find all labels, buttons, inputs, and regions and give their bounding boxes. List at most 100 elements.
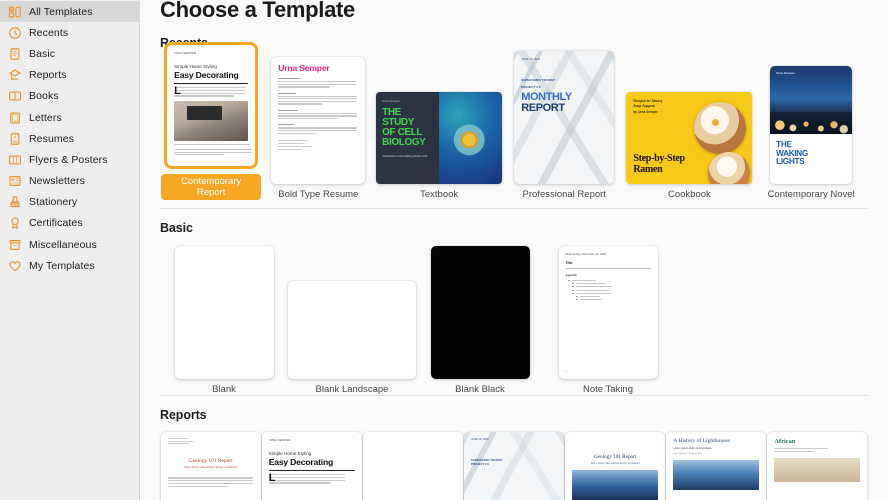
sidebar-item-label: Letters: [29, 111, 62, 124]
template-tile-blank-black[interactable]: Blank Black: [416, 242, 544, 395]
sidebar-item-label: Certificates: [29, 217, 83, 230]
template-thumbnail[interactable]: African: [767, 432, 868, 500]
template-tile-blank-report[interactable]: [362, 432, 463, 500]
template-thumbnail[interactable]: Urna Semper THE STUDY OF CELL BIOLOGY In…: [376, 92, 503, 184]
template-thumbnail[interactable]: Geology 101 Report Soil or Rock: plate t…: [565, 432, 666, 500]
thumb-title: Easy Decorating: [268, 457, 334, 467]
certificate-icon: [8, 216, 22, 230]
sidebar-item-label: Resumes: [29, 132, 75, 145]
sidebar-item-my-templates[interactable]: My Templates: [0, 255, 139, 276]
template-tile-african-report[interactable]: African: [767, 432, 868, 500]
thumb-kicker: URNA SEMPER: [268, 438, 291, 442]
template-thumbnail[interactable]: [174, 246, 274, 379]
all-templates-icon: [8, 5, 22, 19]
template-thumbnail[interactable]: URNA SEMPER Simple Home Styling Easy Dec…: [261, 432, 362, 500]
stationery-icon: [8, 195, 22, 209]
book-icon: [8, 89, 22, 103]
sidebar-item-letters[interactable]: Letters: [0, 107, 139, 128]
section-divider: [160, 395, 868, 396]
template-tile-bold-type-resume[interactable]: Urna Semper Bold Type Resume: [262, 47, 374, 200]
template-thumbnail[interactable]: Urna Semper THE WAKING LIGHTS: [770, 66, 853, 184]
thumb-body-text: L: [174, 86, 248, 97]
sidebar-item-label: Recents: [29, 26, 69, 39]
sidebar-item-miscellaneous[interactable]: Miscellaneous: [0, 234, 139, 255]
template-thumbnail[interactable]: A History of Lighthouses Lorem ipsum dol…: [666, 432, 767, 500]
template-thumbnail[interactable]: Wednesday, December 18, 2019 Title Agend…: [558, 246, 658, 379]
thumb-page-number: 1: [565, 370, 567, 373]
template-tile-lighthouses[interactable]: A History of Lighthouses Lorem ipsum dol…: [666, 432, 767, 500]
thumb-meta: [167, 438, 254, 445]
sidebar-item-resumes[interactable]: Resumes: [0, 128, 139, 149]
thumb-photo: [673, 459, 760, 490]
sidebar-item-all-templates[interactable]: All Templates: [0, 1, 139, 23]
thumb-date: JUNE 10, 2020: [470, 438, 489, 441]
document-icon: [8, 47, 22, 61]
clock-icon: [8, 26, 22, 40]
template-tile-contemporary-report-2[interactable]: URNA SEMPER Simple Home Styling Easy Dec…: [261, 432, 362, 500]
sidebar-item-recents[interactable]: Recents: [0, 22, 139, 43]
thumb-title: A History of Lighthouses: [673, 438, 730, 444]
thumb-dropcap: L: [268, 472, 276, 484]
thumb-subtitle: Simple Home Styling: [174, 64, 217, 69]
template-thumbnail[interactable]: Recipes for Savory Soup Suppers by Urna …: [626, 92, 753, 184]
sidebar-item-flyers-posters[interactable]: Flyers & Posters: [0, 149, 139, 170]
sidebar-item-books[interactable]: Books: [0, 86, 139, 107]
sidebar-item-basic[interactable]: Basic: [0, 43, 139, 64]
thumb-subtitle: Lorem ipsum dolor sit amet ligula: [673, 446, 712, 450]
template-tile-blank[interactable]: Blank: [160, 242, 288, 395]
template-tile-geology-report[interactable]: Geology 101 Report Soil or Rock: plate t…: [160, 432, 261, 500]
thumb-rule: [565, 268, 651, 269]
sidebar-item-label: Stationery: [29, 196, 78, 209]
section-heading: Reports: [160, 408, 207, 422]
template-thumbnail[interactable]: URNA SEMPER Simple Home Styling Easy Dec…: [164, 42, 259, 169]
resume-icon: [8, 132, 22, 146]
thumb-eyebrow-line1: SUPERSONIC TRANSIT: [521, 78, 555, 82]
thumb-title: Easy Decorating: [174, 70, 239, 80]
template-tile-contemporary-novel[interactable]: Urna Semper THE WAKING LIGHTS Contempora…: [754, 47, 868, 200]
thumb-rule: [268, 470, 355, 471]
thumb-title: THE WAKING LIGHTS: [776, 140, 808, 167]
template-thumbnail[interactable]: Geology 101 Report Soil or Rock: plate t…: [160, 432, 261, 500]
sidebar-item-reports[interactable]: Reports: [0, 65, 139, 86]
thumb-title: African: [774, 438, 796, 445]
template-thumbnail[interactable]: Urna Semper: [271, 57, 366, 184]
sidebar-item-stationery[interactable]: Stationery: [0, 192, 139, 213]
template-tile-professional-report-2[interactable]: JUNE 10, 2020 SUPERSONIC TRANSIT PROJECT…: [463, 432, 564, 500]
template-tile-note-taking[interactable]: Wednesday, December 18, 2019 Title Agend…: [544, 242, 672, 395]
newsletter-icon: [8, 174, 22, 188]
template-caption: Blank Black: [455, 384, 505, 395]
thumb-date: JUNE 10, 2020: [521, 57, 541, 61]
template-thumbnail[interactable]: [430, 246, 530, 379]
thumb-cover-photo: [439, 92, 503, 184]
thumb-meta: Urna Pharetra · Gallery 2019: [673, 452, 702, 455]
sidebar-item-newsletters[interactable]: Newsletters: [0, 171, 139, 192]
template-thumbnail[interactable]: [288, 281, 416, 379]
sidebar-item-certificates[interactable]: Certificates: [0, 213, 139, 234]
sidebar-item-label: Reports: [29, 69, 67, 82]
thumb-rule: [174, 83, 249, 84]
template-gallery: Choose a Template Recents URNA SEMPER Si…: [140, 0, 888, 500]
template-caption: Note Taking: [583, 384, 633, 395]
section-divider: [160, 208, 868, 209]
template-tile-contemporary-report[interactable]: URNA SEMPER Simple Home Styling Easy Dec…: [160, 32, 262, 200]
thumb-cover-photo: Urna Semper: [770, 66, 853, 134]
template-tile-textbook[interactable]: Urna Semper THE STUDY OF CELL BIOLOGY In…: [374, 47, 504, 200]
template-caption: Bold Type Resume: [278, 189, 359, 200]
template-thumbnail[interactable]: JUNE 10, 2020 SUPERSONIC TRANSIT PROJECT…: [464, 432, 564, 500]
thumb-photo: [774, 457, 861, 482]
template-thumbnail[interactable]: JUNE 10, 2020 SUPERSONIC TRANSIT PROJECT…: [514, 51, 614, 184]
letter-icon: [8, 111, 22, 125]
template-tile-geology-report-blue[interactable]: Geology 101 Report Soil or Rock: plate t…: [565, 432, 666, 500]
thumb-author: Urna Semper: [776, 71, 795, 75]
thumb-title-line2: REPORT: [521, 102, 565, 114]
thumb-eyebrow-line2: PROJECT 2.0: [521, 85, 541, 89]
sidebar-item-label: All Templates: [29, 5, 93, 18]
thumb-title: Geology 101 Report: [188, 458, 233, 465]
template-tile-blank-landscape[interactable]: Blank Landscape: [288, 242, 416, 395]
thumb-title: Step-by-Step Ramen: [633, 153, 685, 175]
category-sidebar[interactable]: All Templates Recents Basic Reports Book…: [0, 0, 140, 500]
template-thumbnail[interactable]: [362, 432, 463, 500]
template-tile-professional-report[interactable]: JUNE 10, 2020 SUPERSONIC TRANSIT PROJECT…: [504, 47, 624, 200]
template-tile-cookbook[interactable]: Recipes for Savory Soup Suppers by Urna …: [624, 47, 754, 200]
page-title: Choose a Template: [160, 0, 355, 22]
